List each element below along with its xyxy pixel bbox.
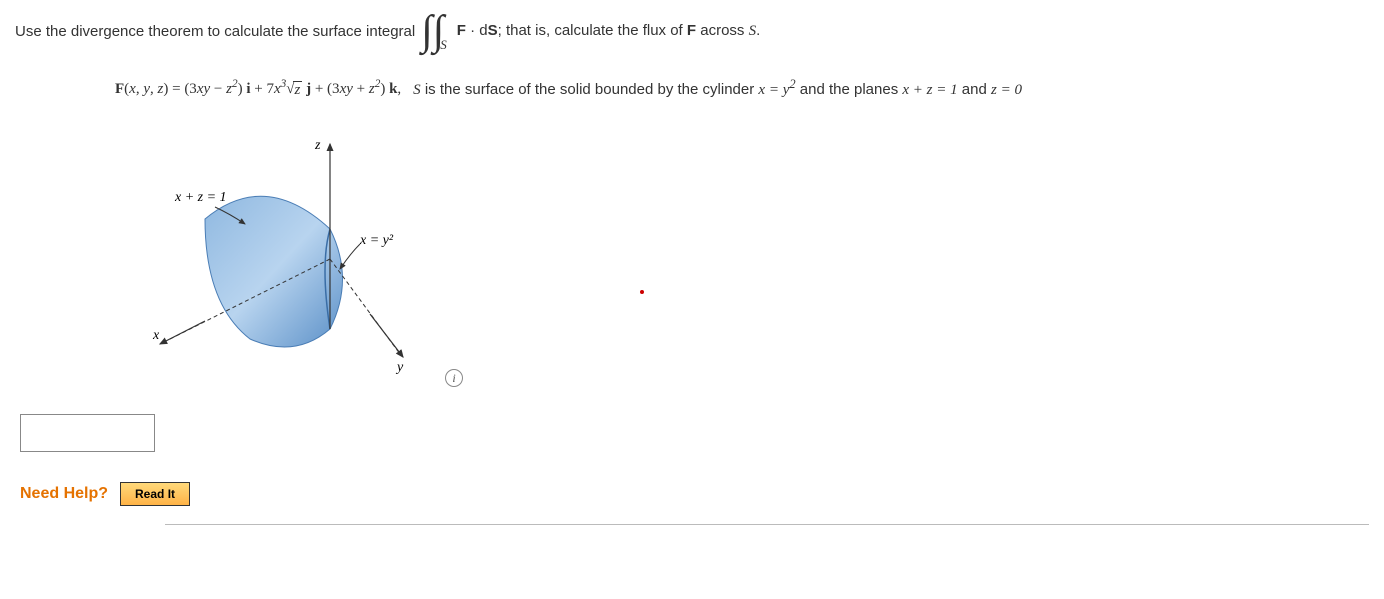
help-row: Need Help? Read It <box>20 482 1369 506</box>
vector-F: F <box>457 22 466 39</box>
x-axis-label: x <box>152 328 160 343</box>
sqrt-arg: z <box>293 81 303 99</box>
info-icon[interactable]: i <box>445 369 463 387</box>
figure-3d-solid: z x y x + z = 1 x = y² i <box>145 129 465 389</box>
unit-j: j <box>302 81 311 97</box>
formula-row: F(x, y, z) = (3xy − z2) i + 7x3√z j + (3… <box>115 77 1369 99</box>
comma: , <box>397 81 401 97</box>
z-axis-label: z <box>314 138 321 153</box>
text-flux: ; that is, calculate the flux of <box>498 22 687 39</box>
prompt-text-2: F · dS; that is, calculate the flux of F… <box>457 22 761 40</box>
S-italic: S <box>413 82 421 98</box>
figure-svg: z x y x + z = 1 x = y² <box>145 129 465 389</box>
F-label: F <box>115 81 124 97</box>
prompt-text-1: Use the divergence theorem to calculate … <box>15 23 415 40</box>
desc-text-2: and the planes <box>796 81 903 98</box>
y-axis-label: y <box>395 360 404 375</box>
cylinder-label: x = y² <box>359 233 394 248</box>
vector-field-formula: F(x, y, z) = (3xy − z2) i + 7x3√z j + (3… <box>115 78 401 99</box>
vector-F-2: F <box>687 22 696 39</box>
sqrt-z: √z <box>286 81 302 99</box>
surface-S: S <box>749 23 757 39</box>
plane-label: x + z = 1 <box>174 190 227 205</box>
text-across: across <box>696 22 749 39</box>
need-help-label: Need Help? <box>20 485 108 503</box>
double-integral: ∫∫ S <box>421 10 451 52</box>
dot-d: · d <box>466 22 488 39</box>
surface-description: S is the surface of the solid bounded by… <box>413 77 1022 99</box>
desc-text-1: is the surface of the solid bounded by t… <box>421 81 759 98</box>
red-dot-marker <box>640 290 644 294</box>
period: . <box>756 22 760 39</box>
read-it-button[interactable]: Read It <box>120 482 190 506</box>
divider <box>165 524 1369 525</box>
integral-subscript: S <box>440 37 447 53</box>
desc-text-3: and <box>958 81 991 98</box>
vector-dS: S <box>488 22 498 39</box>
prompt-line-1: Use the divergence theorem to calculate … <box>15 10 1369 52</box>
answer-input[interactable] <box>20 414 155 452</box>
